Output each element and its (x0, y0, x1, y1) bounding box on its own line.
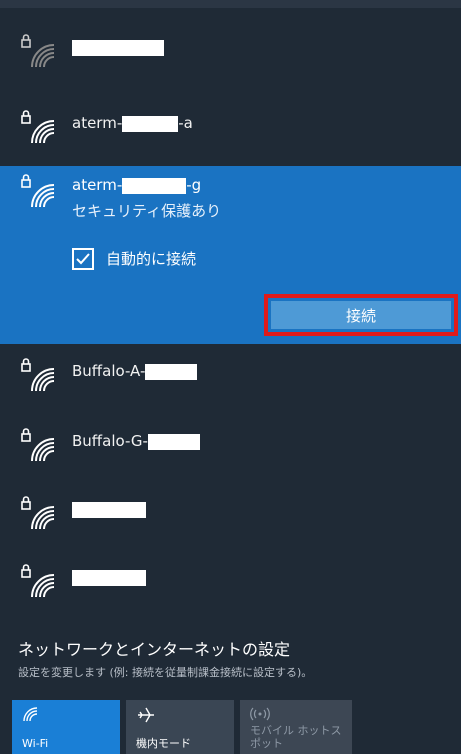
network-name (72, 38, 164, 56)
mobile-hotspot-tile[interactable]: モバイル ホットスポット (240, 700, 352, 754)
network-item[interactable] (0, 16, 461, 86)
network-item[interactable]: Buffalo-A- (0, 340, 461, 410)
network-settings-description: 設定を変更します (例: 接続を従量制課金接続に設定する)。 (18, 666, 313, 679)
top-edge (0, 0, 461, 8)
network-name: aterm- -a (72, 114, 193, 132)
airplane-icon (138, 707, 154, 723)
secured-wifi-icon (21, 564, 55, 598)
redacted-block (145, 363, 198, 380)
auto-connect-label: 自動的に接続 (106, 250, 197, 268)
network-flyout: aterm--a aterm--g セキュリティ保護あり 自動的に接続 接続 (0, 0, 461, 754)
tile-label: モバイル ホットスポット (250, 724, 342, 750)
secured-wifi-icon (21, 110, 55, 144)
redacted-block (147, 433, 200, 450)
secured-wifi-icon (21, 496, 55, 530)
network-name (72, 500, 146, 518)
redacted-block (72, 569, 146, 586)
network-item-selected[interactable]: aterm- -g セキュリティ保護あり 自動的に接続 接続 (0, 166, 461, 344)
redacted-block (72, 39, 164, 56)
airplane-mode-tile[interactable]: 機内モード (126, 700, 234, 754)
network-item[interactable] (0, 478, 461, 548)
network-name: Buffalo-A- (72, 362, 198, 380)
tile-label: Wi-Fi (22, 737, 49, 750)
secured-wifi-icon (21, 174, 55, 208)
secured-wifi-icon (21, 358, 55, 392)
network-item[interactable]: aterm- -a (0, 92, 461, 162)
secured-wifi-icon (21, 428, 55, 462)
redacted-block (72, 501, 146, 518)
network-item[interactable] (0, 546, 461, 616)
network-name (72, 568, 146, 586)
redacted-block (122, 177, 187, 194)
network-item[interactable]: Buffalo-G- (0, 410, 461, 480)
wifi-icon (23, 707, 38, 722)
network-settings-link[interactable]: ネットワークとインターネットの設定 (18, 636, 290, 660)
tile-label: 機内モード (136, 737, 191, 750)
secured-wifi-icon (21, 34, 55, 68)
security-status: セキュリティ保護あり (72, 202, 222, 220)
checkmark-icon (76, 253, 90, 265)
wifi-toggle-tile[interactable]: Wi-Fi (12, 700, 120, 754)
connect-button[interactable]: 接続 (271, 301, 451, 329)
hotspot-icon (250, 707, 270, 721)
highlight-frame: 接続 (264, 294, 458, 336)
network-name: Buffalo-G- (72, 432, 200, 450)
network-name: aterm- -g (72, 176, 202, 194)
auto-connect-checkbox[interactable] (72, 248, 94, 270)
redacted-block (122, 115, 179, 132)
